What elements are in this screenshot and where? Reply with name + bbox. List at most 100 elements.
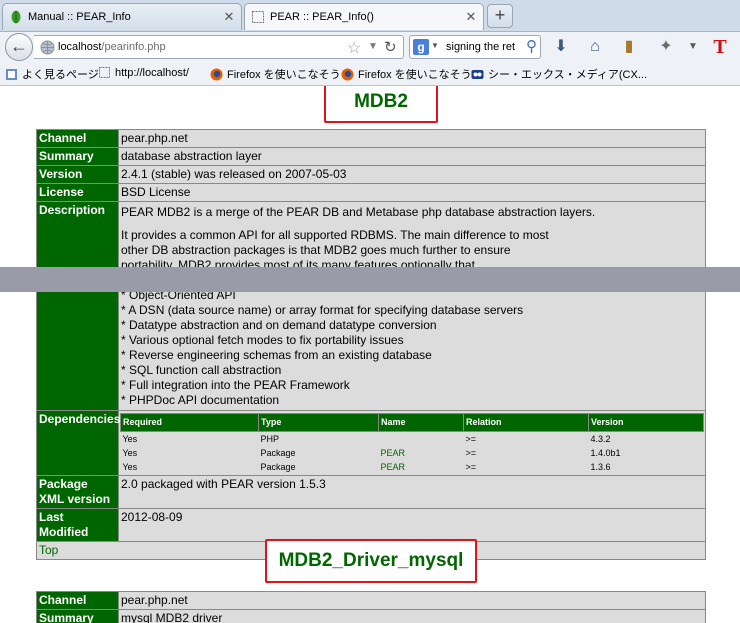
table-row: Yes Package PEAR >= 1.4.0b1 xyxy=(120,446,704,460)
table-row: Last Modified 2012-08-09 xyxy=(36,508,706,542)
close-tab-icon[interactable]: ✕ xyxy=(463,9,479,25)
firefox-icon xyxy=(341,68,354,80)
column-header: Name xyxy=(378,413,464,432)
channel-value: pear.php.net xyxy=(118,591,706,610)
addon-icon[interactable]: ✦ xyxy=(655,36,677,58)
dep-relation: >= xyxy=(463,446,589,460)
search-icon[interactable]: ⚲ xyxy=(526,37,537,55)
row-label: Package XML version xyxy=(36,475,119,509)
dependencies-value: Required Type Name Relation Version Yes … xyxy=(118,410,706,476)
row-label: Summary xyxy=(36,147,119,166)
table-row: Summary database abstraction layer xyxy=(36,147,706,166)
dep-name xyxy=(378,431,464,446)
description-value: PEAR MDB2 is a merge of the PEAR DB and … xyxy=(118,201,706,411)
tab-title: PEAR :: PEAR_Info() xyxy=(270,11,374,23)
row-label: Channel xyxy=(36,129,119,148)
firefox-icon xyxy=(210,68,223,80)
bookmark-star-icon[interactable]: ☆ xyxy=(347,38,361,58)
table-row: Channel pear.php.net xyxy=(36,129,706,148)
new-tab-button[interactable]: + xyxy=(487,4,513,28)
row-label: Description xyxy=(36,201,119,411)
page-content: MDB2 Channel pear.php.net Summary databa… xyxy=(0,86,740,623)
dep-relation: >= xyxy=(463,431,589,446)
dep-name-link[interactable]: PEAR xyxy=(378,446,464,460)
license-value: BSD License xyxy=(118,183,706,202)
description-line: * Reverse engineering schemas from an ex… xyxy=(121,348,432,362)
bookmark-folder-icon xyxy=(6,68,17,80)
column-header: Type xyxy=(258,413,379,432)
bookmark-most-visited[interactable]: よく見るページ xyxy=(5,66,99,82)
back-button[interactable]: ← xyxy=(5,33,33,61)
cx-media-icon xyxy=(471,69,484,79)
dependencies-table: Required Type Name Relation Version Yes … xyxy=(120,413,704,474)
close-tab-icon[interactable]: ✕ xyxy=(221,9,237,25)
package-info-table-mdb2: Channel pear.php.net Summary database ab… xyxy=(36,129,706,560)
search-input[interactable]: signing the ret xyxy=(446,41,515,53)
row-label: Summary xyxy=(36,609,119,623)
bookmark-firefox-tips-2[interactable]: Firefox を使いこなそう xyxy=(341,66,472,82)
t-addon-icon[interactable]: T xyxy=(709,36,731,58)
url-bar[interactable]: localhost/pearinfo.php ☆ ▼ ↻ xyxy=(34,35,404,59)
row-label: Last Modified xyxy=(36,508,119,542)
url-history-dropdown-icon[interactable]: ▼ xyxy=(368,41,378,52)
dep-version: 4.3.2 xyxy=(588,431,704,446)
search-engine-icon[interactable]: g xyxy=(413,39,429,55)
home-icon[interactable]: ⌂ xyxy=(584,36,606,58)
dep-required: Yes xyxy=(120,446,259,460)
version-value: 2.4.1 (stable) was released on 2007-05-0… xyxy=(118,165,706,184)
dep-version: 1.4.0b1 xyxy=(588,446,704,460)
column-header: Required xyxy=(120,413,259,432)
bookmark-localhost[interactable]: http://localhost/ xyxy=(98,66,189,79)
tab-strip: Manual :: PEAR_Info ✕ PEAR :: PEAR_Info(… xyxy=(0,0,740,32)
dep-type: Package xyxy=(258,446,379,460)
url-path: /pearinfo.php xyxy=(101,41,166,53)
package-heading-mdb2-driver-mysql: MDB2_Driver_mysql xyxy=(265,539,477,583)
table-row: Summary mysql MDB2 driver xyxy=(36,609,706,623)
summary-value: mysql MDB2 driver xyxy=(118,609,706,623)
download-icon[interactable]: ⬇ xyxy=(550,36,572,58)
dep-type: PHP xyxy=(258,431,379,446)
table-row: License BSD License xyxy=(36,183,706,202)
dep-name-link[interactable]: PEAR xyxy=(378,460,464,474)
package-heading-mdb2: MDB2 xyxy=(324,86,438,123)
description-line: * A DSN (data source name) or array form… xyxy=(121,303,524,317)
leaf-icon xyxy=(11,10,21,24)
blank-page-icon xyxy=(252,11,264,23)
dep-type: Package xyxy=(258,460,379,474)
column-header: Version xyxy=(588,413,704,432)
package-info-table-mdb2-driver-mysql: Channel pear.php.net Summary mysql MDB2 … xyxy=(36,591,706,623)
dep-version: 1.3.6 xyxy=(588,460,704,474)
dep-required: Yes xyxy=(120,431,259,446)
bookmarks-library-icon[interactable]: ▮ xyxy=(618,36,640,58)
summary-value: database abstraction layer xyxy=(118,147,706,166)
column-header: Relation xyxy=(463,413,589,432)
description-line: * Datatype abstraction and on demand dat… xyxy=(121,318,437,332)
bookmarks-toolbar: よく見るページ http://localhost/ Firefox を使いこなそ… xyxy=(0,61,740,86)
bookmark-firefox-tips-1[interactable]: Firefox を使いこなそう xyxy=(210,66,341,82)
description-line: * PHPDoc API documentation xyxy=(121,393,280,407)
description-line: It provides a common API for all support… xyxy=(121,228,549,242)
tab-pear-info[interactable]: PEAR :: PEAR_Info() ✕ xyxy=(244,3,484,30)
description-line: * Full integration into the PEAR Framewo… xyxy=(121,378,350,392)
blank-page-icon xyxy=(99,67,110,78)
description-line: PEAR MDB2 is a merge of the PEAR DB and … xyxy=(121,205,596,219)
table-row: Dependencies Required Type Name Relation… xyxy=(36,410,706,476)
globe-icon xyxy=(40,40,55,55)
search-engine-dropdown-icon[interactable]: ▼ xyxy=(431,41,439,50)
channel-value: pear.php.net xyxy=(118,129,706,148)
toolbar-menu-dropdown-icon[interactable]: ▼ xyxy=(682,36,704,58)
dep-required: Yes xyxy=(120,460,259,474)
navigation-toolbar: ← localhost/pearinfo.php ☆ ▼ ↻ g ▼ signi… xyxy=(0,32,740,61)
description-line: other DB abstraction packages is that MD… xyxy=(121,243,511,257)
row-label: Channel xyxy=(36,591,119,610)
search-bar[interactable]: g ▼ signing the ret ⚲ xyxy=(409,35,541,59)
tab-manual-pear-info[interactable]: Manual :: PEAR_Info ✕ xyxy=(2,3,242,30)
reload-icon[interactable]: ↻ xyxy=(384,38,397,56)
bookmark-cx-media[interactable]: シー・エックス・メディア(CX... xyxy=(471,66,647,82)
table-row: Yes Package PEAR >= 1.3.6 xyxy=(120,460,704,474)
overlay-band xyxy=(0,267,740,292)
row-label: Dependencies xyxy=(36,410,120,476)
table-row: Yes PHP >= 4.3.2 xyxy=(120,431,704,446)
table-row: Version 2.4.1 (stable) was released on 2… xyxy=(36,165,706,184)
dep-relation: >= xyxy=(463,460,589,474)
